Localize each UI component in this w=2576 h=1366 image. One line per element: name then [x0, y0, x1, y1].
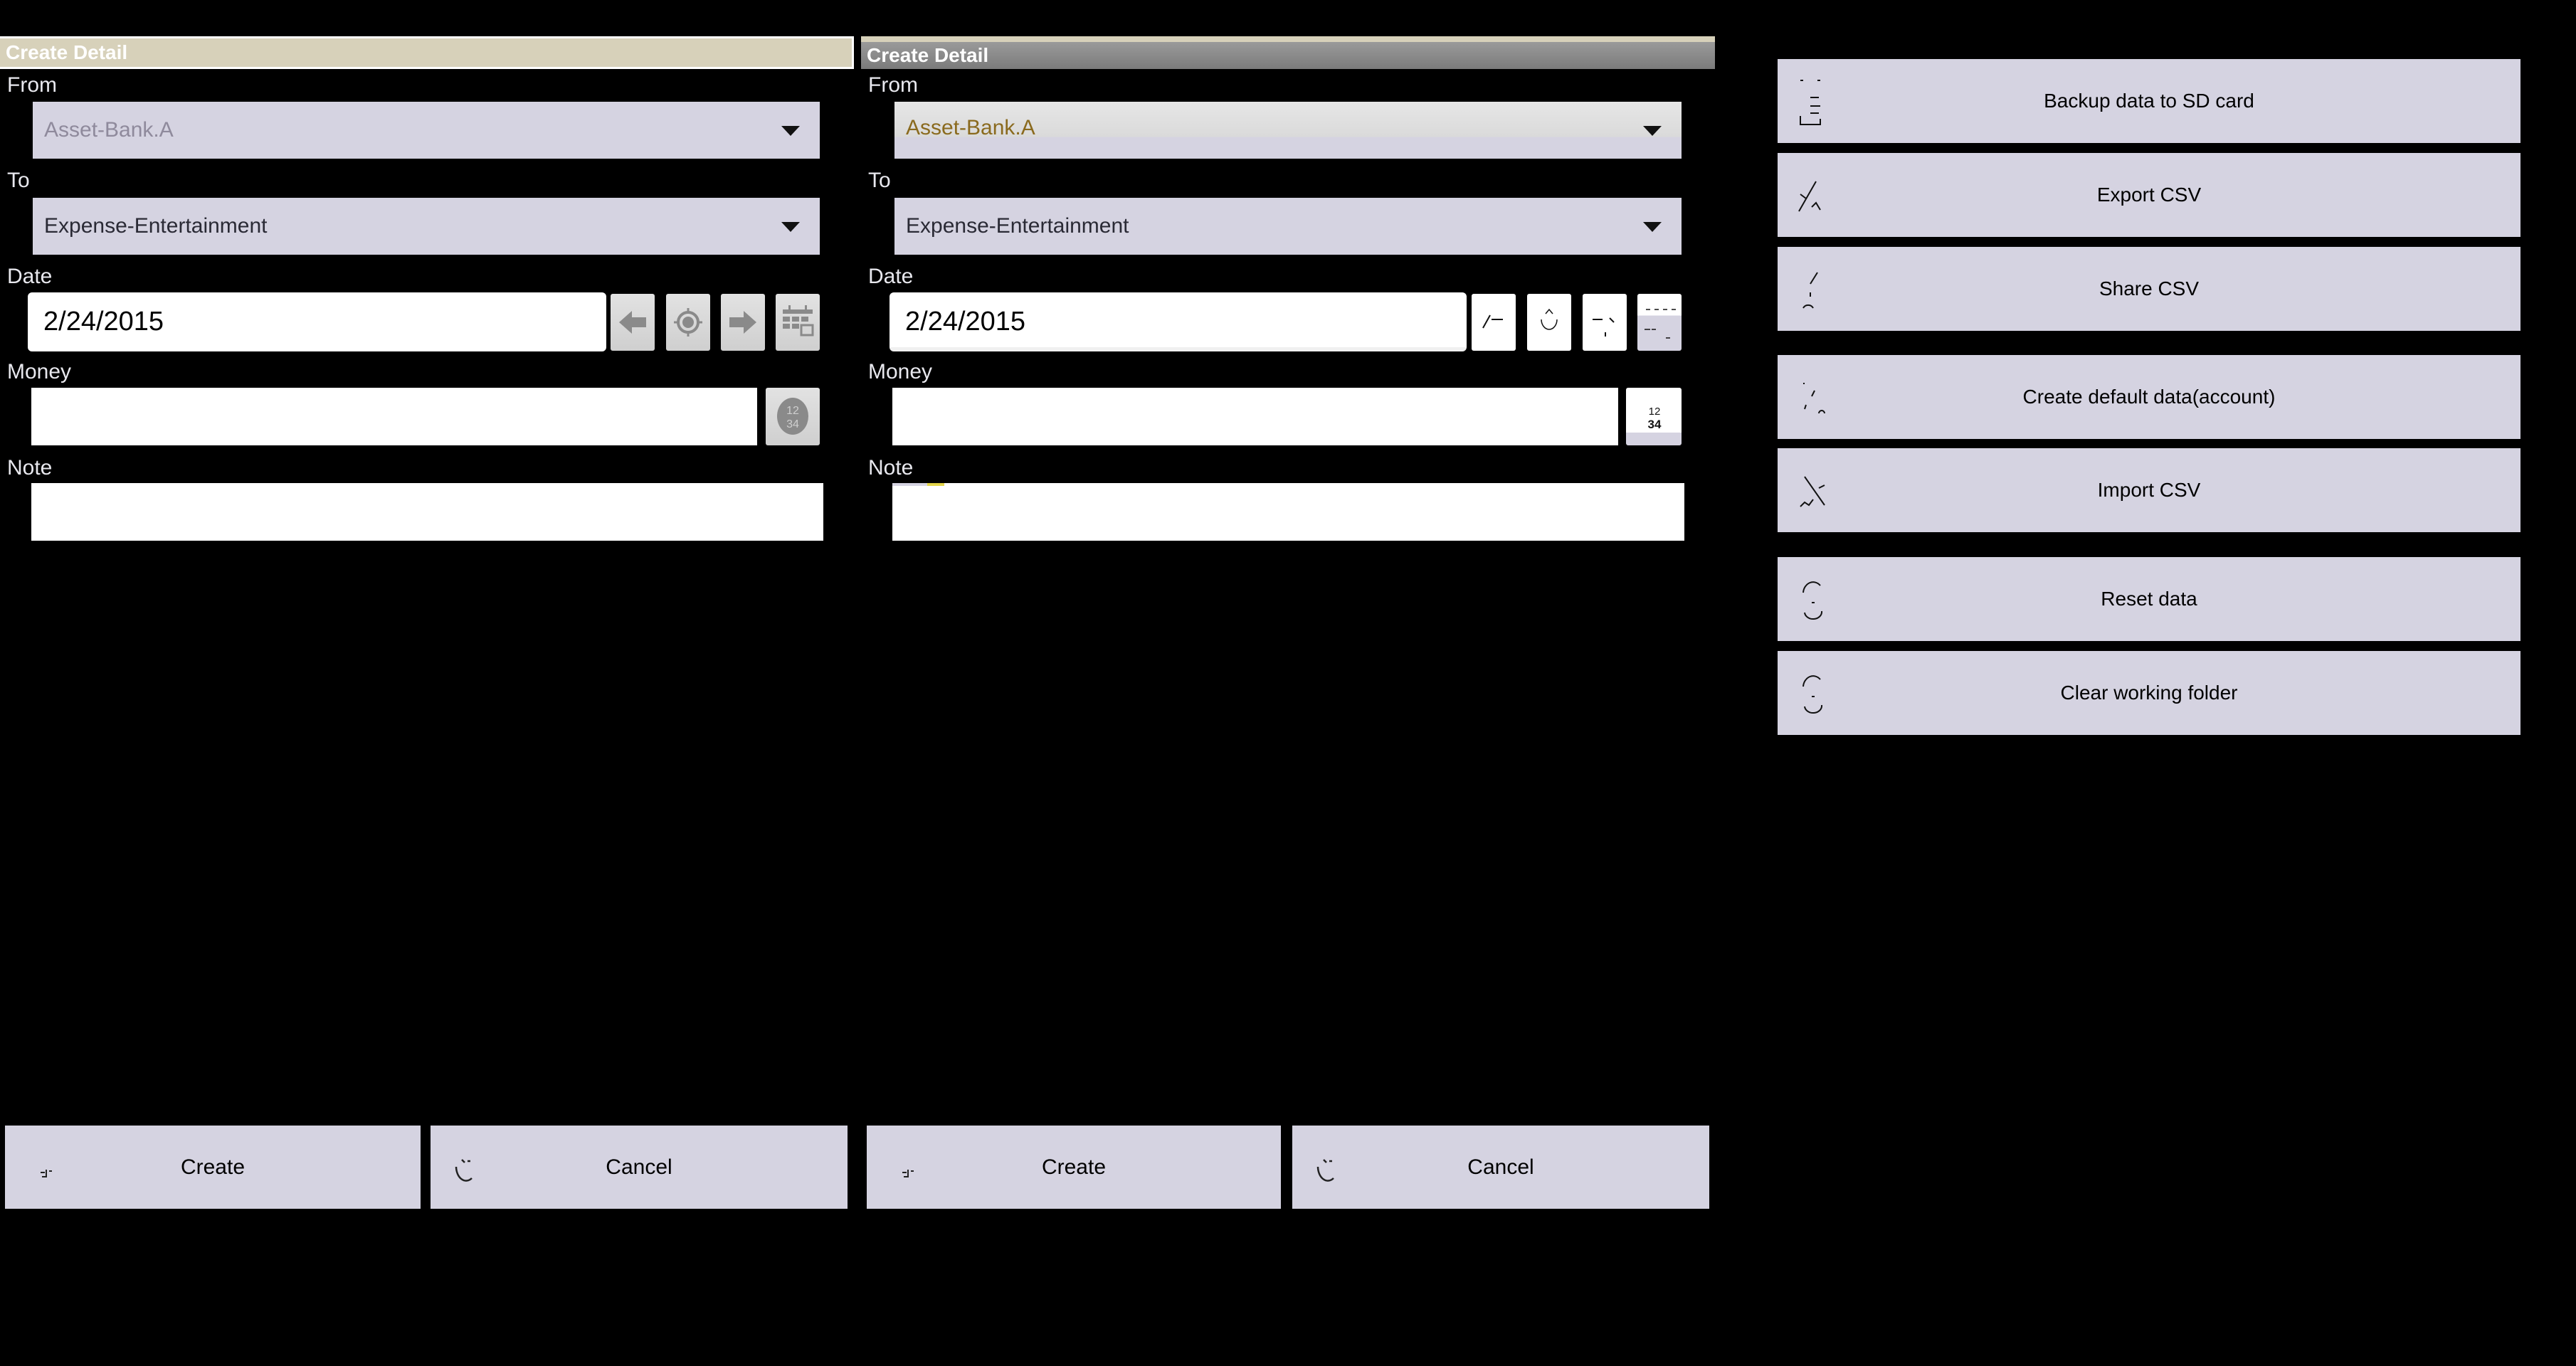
cancel-button-label: Cancel — [1467, 1155, 1534, 1179]
clear-working-folder-button[interactable]: Clear working folder — [1778, 651, 2520, 735]
chevron-down-icon — [781, 222, 800, 232]
calendar-button[interactable] — [1637, 294, 1682, 351]
create-button[interactable]: Create — [867, 1126, 1281, 1209]
to-dropdown[interactable]: Expense-Entertainment — [33, 198, 820, 255]
side-menu-label: Clear working folder — [2060, 682, 2238, 704]
svg-text:34: 34 — [1648, 418, 1662, 431]
share-icon — [1802, 272, 1818, 309]
export-icon — [1798, 181, 1821, 212]
cancel-icon — [1316, 1159, 1334, 1182]
next-day-button[interactable] — [721, 294, 765, 351]
focus-indicator — [927, 483, 944, 486]
to-label: To — [7, 169, 30, 192]
chevron-down-icon — [1643, 222, 1662, 232]
svg-text:12: 12 — [786, 405, 799, 417]
create-icon — [41, 1170, 52, 1177]
import-icon — [1800, 476, 1825, 507]
money-input[interactable] — [31, 388, 757, 445]
arrow-left-icon — [619, 311, 646, 334]
calculator-button[interactable]: 12 34 — [766, 388, 820, 445]
arrow-right-icon — [729, 311, 756, 334]
calculator-button[interactable]: 12 34 — [1626, 388, 1682, 445]
side-menu-label: Share CSV — [2099, 277, 2200, 300]
cancel-icon — [455, 1159, 473, 1182]
date-input[interactable]: 2/24/2015 — [890, 292, 1467, 351]
locate-today-icon — [674, 308, 702, 337]
note-label: Note — [868, 456, 914, 480]
date-label: Date — [868, 265, 914, 288]
to-dropdown-value: Expense-Entertainment — [44, 214, 268, 238]
create-button-label: Create — [180, 1155, 246, 1179]
from-dropdown-value: Asset-Bank.A — [44, 118, 174, 142]
note-input[interactable] — [31, 483, 823, 541]
focus-track — [892, 483, 927, 486]
create-button[interactable]: Create — [5, 1126, 421, 1209]
calculator-icon: 12 34 — [1648, 406, 1662, 431]
reset-data-button[interactable]: Reset data — [1778, 557, 2520, 641]
side-menu-label: Reset data — [2101, 588, 2197, 610]
arrow-left-icon — [1482, 314, 1503, 329]
to-label: To — [868, 169, 891, 192]
side-menu-label: Import CSV — [2097, 479, 2201, 501]
clear-icon — [1802, 675, 1823, 714]
panel-header-right: Create Detail — [861, 36, 1715, 69]
from-dropdown-value: Asset-Bank.A — [906, 116, 1035, 139]
from-dropdown[interactable]: Asset-Bank.A — [894, 102, 1682, 159]
sd-card-icon — [1800, 80, 1821, 125]
export-csv-button[interactable]: Export CSV — [1778, 153, 2520, 237]
create-icon — [902, 1170, 914, 1177]
panel-header-left: Create Detail — [0, 36, 854, 69]
reset-icon — [1802, 581, 1823, 620]
side-menu-label: Export CSV — [2096, 184, 2202, 206]
cancel-button[interactable]: Cancel — [431, 1126, 848, 1209]
today-button[interactable] — [1527, 294, 1571, 351]
cancel-button[interactable]: Cancel — [1292, 1126, 1709, 1209]
backup-sd-button[interactable]: Backup data to SD card — [1778, 59, 2520, 143]
note-input[interactable] — [892, 483, 1684, 541]
from-label: From — [868, 73, 918, 97]
create-default-data-button[interactable]: Create default data(account) — [1778, 355, 2520, 439]
calendar-icon — [783, 305, 814, 337]
to-dropdown[interactable]: Expense-Entertainment — [894, 198, 1682, 255]
calculator-icon: 12 34 — [777, 398, 808, 435]
chevron-down-icon — [781, 126, 800, 136]
calendar-icon — [1645, 309, 1676, 339]
cancel-button-label: Cancel — [606, 1155, 672, 1179]
previous-day-button[interactable] — [611, 294, 655, 351]
arrow-right-icon — [1593, 317, 1615, 337]
calendar-button[interactable] — [776, 294, 820, 351]
chevron-down-icon — [1643, 126, 1662, 136]
money-label: Money — [7, 360, 72, 383]
create-button-label: Create — [1041, 1155, 1107, 1179]
note-label: Note — [7, 456, 53, 480]
locate-today-icon — [1541, 308, 1558, 330]
money-label: Money — [868, 360, 933, 383]
svg-text:12: 12 — [1649, 406, 1661, 418]
today-button[interactable] — [666, 294, 710, 351]
from-dropdown[interactable]: Asset-Bank.A — [33, 102, 820, 159]
money-input[interactable] — [892, 388, 1618, 445]
date-input[interactable]: 2/24/2015 — [28, 292, 606, 351]
previous-day-button[interactable] — [1472, 294, 1516, 351]
create-icon — [1803, 383, 1825, 414]
import-csv-button[interactable]: Import CSV — [1778, 448, 2520, 532]
side-menu-label: Backup data to SD card — [2044, 90, 2254, 112]
from-label: From — [7, 73, 57, 97]
share-csv-button[interactable]: Share CSV — [1778, 247, 2520, 331]
to-dropdown-value: Expense-Entertainment — [906, 214, 1129, 238]
date-label: Date — [7, 265, 53, 288]
svg-text:34: 34 — [786, 418, 799, 430]
next-day-button[interactable] — [1583, 294, 1627, 351]
side-menu-label: Create default data(account) — [2022, 386, 2276, 408]
